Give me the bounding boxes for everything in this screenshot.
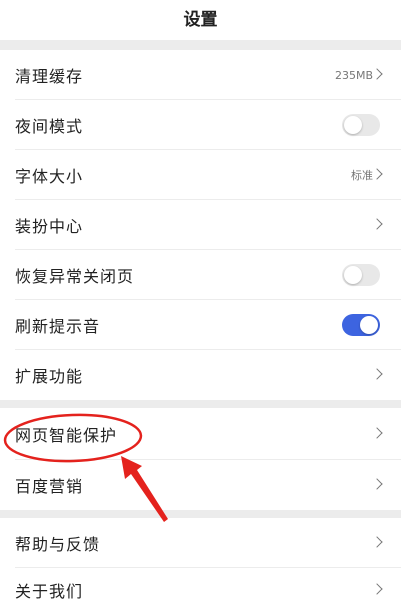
- toggle-knob: [360, 316, 378, 334]
- chevron-right-icon: [371, 427, 383, 439]
- setting-night-mode: 夜间模式: [0, 100, 401, 150]
- refresh-sound-toggle[interactable]: [342, 314, 380, 336]
- chevron-right-icon: [371, 218, 383, 230]
- toggle-knob: [344, 116, 362, 134]
- setting-extensions[interactable]: 扩展功能: [0, 350, 401, 400]
- setting-label: 百度营销: [15, 477, 84, 496]
- toggle-knob: [344, 266, 362, 284]
- chevron-right-icon: [371, 536, 383, 548]
- chevron-right-icon: [371, 368, 383, 380]
- chevron-right-icon: [371, 168, 383, 180]
- cache-size-value: 235MB: [334, 68, 373, 82]
- setting-label: 网页智能保护: [15, 426, 118, 445]
- night-mode-toggle[interactable]: [342, 114, 380, 136]
- setting-baidu-marketing[interactable]: 百度营销: [0, 460, 401, 510]
- chevron-right-icon: [371, 68, 383, 80]
- restore-pages-toggle[interactable]: [342, 264, 380, 286]
- setting-clear-cache[interactable]: 清理缓存 235MB: [0, 50, 401, 100]
- chevron-right-icon: [371, 478, 383, 490]
- setting-label: 装扮中心: [15, 217, 84, 236]
- setting-label: 扩展功能: [15, 367, 84, 386]
- setting-theme-center[interactable]: 装扮中心: [0, 200, 401, 250]
- setting-label: 字体大小: [15, 167, 84, 186]
- font-size-value: 标准: [351, 169, 373, 182]
- setting-refresh-sound: 刷新提示音: [0, 300, 401, 350]
- setting-label: 刷新提示音: [15, 317, 101, 336]
- setting-label: 夜间模式: [15, 117, 84, 136]
- chevron-right-icon: [371, 582, 383, 595]
- setting-label: 清理缓存: [15, 67, 84, 86]
- setting-label: 帮助与反馈: [15, 535, 101, 554]
- setting-label: 关于我们: [15, 581, 84, 601]
- setting-font-size[interactable]: 字体大小 标准: [0, 150, 401, 200]
- setting-restore-closed-pages: 恢复异常关闭页: [0, 250, 401, 300]
- setting-label: 恢复异常关闭页: [15, 267, 135, 286]
- setting-help-feedback[interactable]: 帮助与反馈: [0, 518, 401, 568]
- setting-web-protection[interactable]: 网页智能保护: [0, 408, 401, 460]
- page-title: 设置: [0, 0, 401, 40]
- setting-about-us[interactable]: 关于我们: [0, 568, 401, 611]
